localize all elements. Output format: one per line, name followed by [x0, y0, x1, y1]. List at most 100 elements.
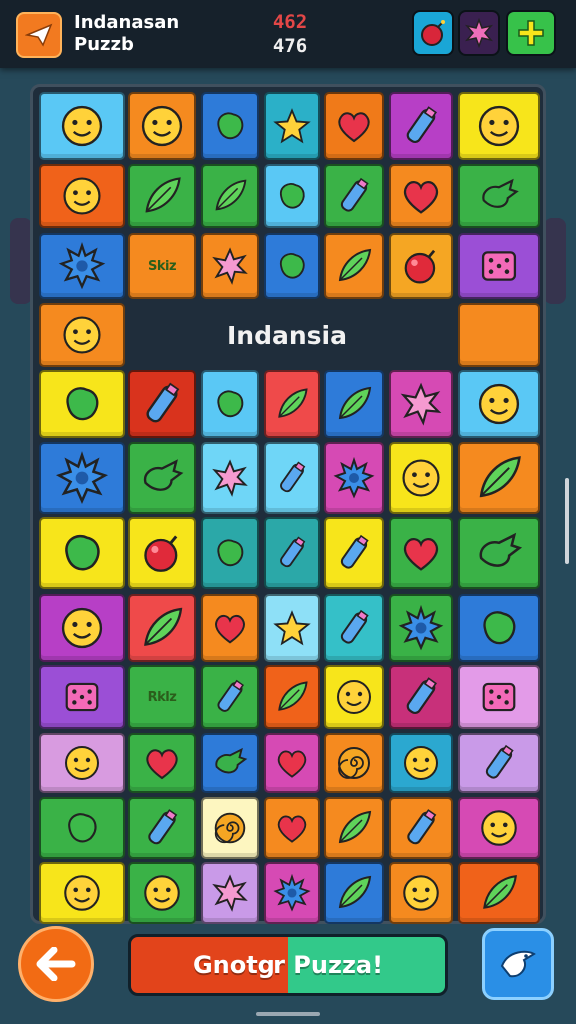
game-tile[interactable]	[264, 233, 320, 299]
game-tile[interactable]	[389, 594, 453, 662]
blob-icon	[66, 387, 99, 421]
game-tile[interactable]	[39, 303, 125, 367]
add-button[interactable]	[506, 10, 556, 56]
game-tile[interactable]	[389, 92, 453, 160]
game-tile[interactable]	[39, 594, 125, 662]
heart-icon	[277, 750, 307, 778]
game-tile[interactable]	[324, 442, 384, 514]
game-tile[interactable]	[39, 797, 125, 859]
game-tile[interactable]	[458, 303, 540, 367]
game-tile[interactable]	[324, 665, 384, 729]
game-tile[interactable]	[39, 233, 125, 299]
dice-icon	[481, 251, 517, 281]
game-tile[interactable]	[458, 517, 540, 589]
hint-button[interactable]	[482, 928, 554, 1000]
game-tile[interactable]	[458, 797, 540, 859]
game-tile[interactable]	[389, 733, 453, 793]
game-tile[interactable]	[324, 164, 384, 228]
game-tile[interactable]	[201, 92, 259, 160]
game-tile[interactable]	[458, 233, 540, 299]
game-tile[interactable]	[201, 517, 259, 589]
game-tile[interactable]	[389, 164, 453, 228]
score-secondary: 476	[272, 35, 308, 57]
game-tile[interactable]	[264, 797, 320, 859]
game-tile[interactable]	[264, 517, 320, 589]
game-tile[interactable]	[128, 442, 196, 514]
game-tile[interactable]	[201, 164, 259, 228]
game-tile[interactable]	[264, 862, 320, 924]
game-tile[interactable]	[128, 594, 196, 662]
game-tile[interactable]	[324, 862, 384, 924]
game-tile[interactable]	[458, 442, 540, 514]
game-tile[interactable]	[389, 442, 453, 514]
game-tile[interactable]	[264, 733, 320, 793]
game-tile[interactable]	[201, 797, 259, 859]
game-tile[interactable]	[201, 862, 259, 924]
smiley-face-icon	[404, 746, 438, 780]
game-tile[interactable]	[264, 442, 320, 514]
game-tile[interactable]	[39, 665, 125, 729]
new-puzzle-button[interactable]: Gnotցr Puzza!	[128, 934, 448, 996]
game-tile[interactable]	[201, 442, 259, 514]
game-tile[interactable]	[264, 164, 320, 228]
game-tile[interactable]	[201, 594, 259, 662]
game-tile[interactable]: Rklz	[128, 665, 196, 729]
game-tile[interactable]	[389, 797, 453, 859]
star-powerup-button[interactable]	[458, 10, 500, 56]
game-tile[interactable]	[458, 370, 540, 438]
bottle-icon	[280, 461, 306, 493]
paper-plane-icon[interactable]	[16, 12, 62, 58]
game-tile[interactable]	[389, 862, 453, 924]
bottle-icon	[407, 809, 437, 845]
game-tile[interactable]	[201, 370, 259, 438]
game-tile[interactable]	[39, 517, 125, 589]
game-tile[interactable]	[264, 594, 320, 662]
tile-label: Rklz	[147, 689, 177, 705]
game-tile[interactable]	[389, 233, 453, 299]
game-tile[interactable]	[201, 733, 259, 793]
game-tile[interactable]	[389, 370, 453, 438]
game-tile[interactable]	[324, 797, 384, 859]
game-tile[interactable]	[39, 442, 125, 514]
game-tile[interactable]	[458, 164, 540, 228]
game-tile[interactable]	[324, 233, 384, 299]
game-tile[interactable]	[264, 370, 320, 438]
game-tile[interactable]	[128, 733, 196, 793]
game-tile[interactable]	[458, 862, 540, 924]
home-indicator[interactable]	[256, 1012, 320, 1016]
game-tile[interactable]	[128, 517, 196, 589]
game-tile[interactable]	[458, 92, 540, 160]
game-tile[interactable]	[128, 797, 196, 859]
app-title-line1: Indanasan	[74, 12, 180, 33]
bomb-powerup-button[interactable]	[412, 10, 454, 56]
bottle-icon	[146, 382, 180, 423]
game-tile[interactable]	[458, 594, 540, 662]
game-tile[interactable]	[128, 164, 196, 228]
game-tile[interactable]	[39, 733, 125, 793]
game-tile[interactable]: Skiz	[128, 233, 196, 299]
bottle-icon	[485, 744, 514, 779]
game-tile[interactable]	[324, 733, 384, 793]
back-button[interactable]	[18, 926, 94, 1002]
game-tile[interactable]	[458, 733, 540, 793]
game-tile[interactable]	[458, 665, 540, 729]
game-tile[interactable]	[389, 665, 453, 729]
game-tile[interactable]	[264, 665, 320, 729]
game-tile[interactable]	[128, 370, 196, 438]
game-tile[interactable]	[39, 92, 125, 160]
game-tile[interactable]	[128, 92, 196, 160]
scroll-indicator[interactable]	[565, 478, 569, 564]
heart-icon	[146, 749, 178, 780]
game-tile[interactable]	[324, 92, 384, 160]
game-tile[interactable]	[389, 517, 453, 589]
game-tile[interactable]	[39, 370, 125, 438]
game-tile[interactable]	[201, 665, 259, 729]
game-tile[interactable]	[201, 233, 259, 299]
game-tile[interactable]	[324, 594, 384, 662]
game-tile[interactable]	[324, 370, 384, 438]
game-tile[interactable]	[39, 164, 125, 228]
game-tile[interactable]	[39, 862, 125, 924]
game-tile[interactable]	[128, 862, 196, 924]
game-tile[interactable]	[264, 92, 320, 160]
game-tile[interactable]	[324, 517, 384, 589]
